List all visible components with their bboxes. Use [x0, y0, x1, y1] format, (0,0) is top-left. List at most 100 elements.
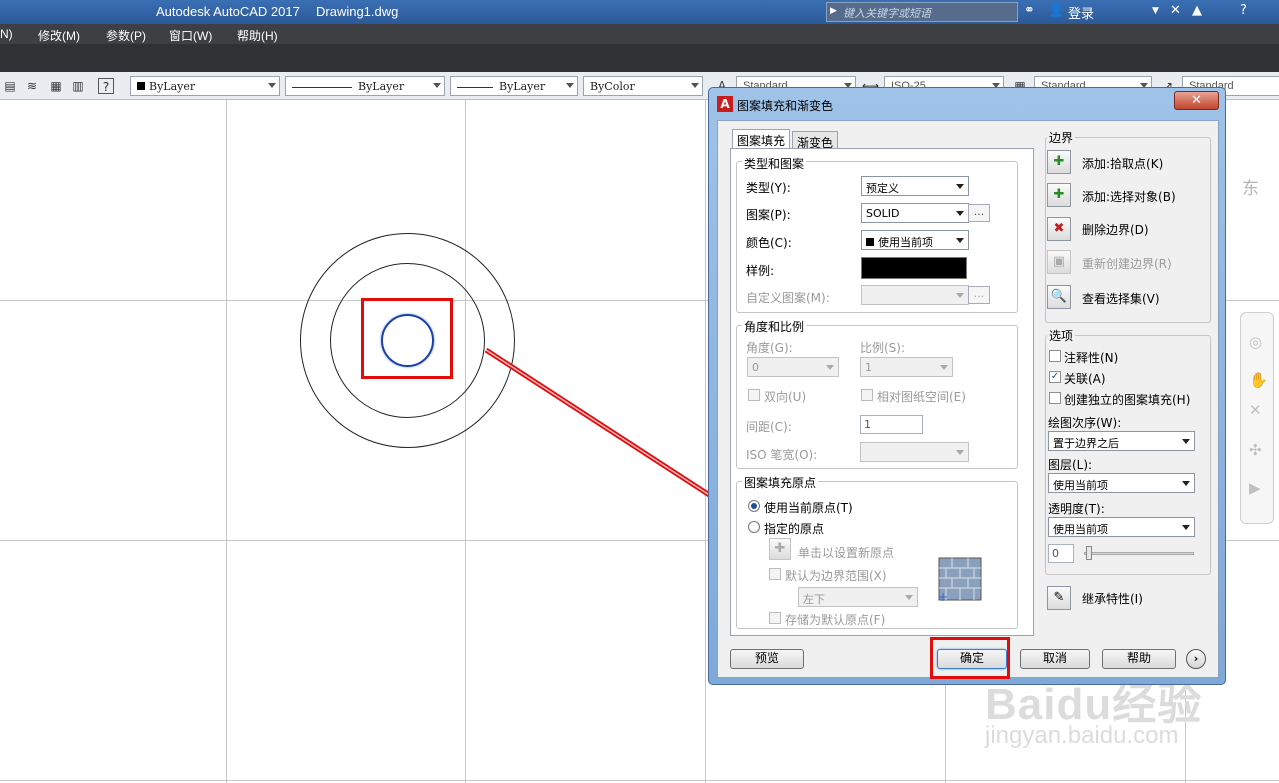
binoculars-icon[interactable]: ⚭ — [1024, 3, 1035, 18]
associative-checkbox[interactable]: ✓ — [1049, 371, 1061, 383]
tab-hatch[interactable]: 图案填充 — [732, 129, 791, 149]
layer-icon[interactable]: ▤ — [2, 78, 18, 94]
add-select-objects-icon[interactable]: ✚ — [1047, 183, 1071, 207]
user-icon[interactable]: 👤 — [1048, 3, 1064, 18]
chevron-down-icon — [691, 83, 699, 88]
transparency-select[interactable]: 使用当前项 — [1048, 517, 1195, 537]
custom-pattern-select[interactable] — [861, 285, 969, 305]
linetype-combo[interactable]: ByLayer — [285, 76, 445, 96]
orbit-icon[interactable]: ✣ — [1249, 441, 1262, 459]
more-options-icon[interactable]: › — [1186, 649, 1206, 669]
transparency-slider[interactable] — [1084, 552, 1194, 555]
steering-wheel-icon[interactable]: ◎ — [1249, 333, 1262, 351]
double-checkbox[interactable] — [748, 389, 760, 401]
expand-icon[interactable]: ▶ — [830, 6, 837, 16]
inherit-properties-icon[interactable]: ✎ — [1047, 586, 1071, 610]
scale-select[interactable]: 1 — [860, 357, 953, 377]
add-pick-points-label[interactable]: 添加:拾取点(K) — [1082, 155, 1163, 172]
chevron-down-icon — [905, 595, 913, 600]
color-swatch-icon — [866, 238, 874, 246]
help-button[interactable]: 帮助 — [1102, 649, 1176, 669]
origin-position-value: 左下 — [803, 593, 825, 606]
color-swatch-icon — [137, 82, 145, 90]
chevron-down-icon — [956, 211, 964, 216]
layer-select[interactable]: 使用当前项 — [1048, 473, 1195, 493]
menu-item-modify[interactable]: 修改(M) — [38, 27, 80, 44]
viewcube-east-label[interactable]: 东 — [1242, 174, 1259, 199]
line-sample-icon — [457, 86, 493, 88]
login-label[interactable]: 登录 — [1068, 3, 1094, 22]
use-current-origin-radio[interactable] — [748, 500, 760, 512]
relative-paper-checkbox[interactable] — [861, 389, 873, 401]
remove-boundaries-label[interactable]: 删除边界(D) — [1082, 221, 1149, 238]
help-icon[interactable]: ? — [98, 78, 114, 94]
origin-position-select[interactable]: 左下 — [798, 587, 918, 607]
layer-value: 使用当前项 — [1053, 479, 1108, 492]
add-pick-points-icon[interactable]: ✚ — [1047, 150, 1071, 174]
add-select-objects-label[interactable]: 添加:选择对象(B) — [1082, 188, 1176, 205]
help-icon[interactable]: ? — [1240, 3, 1247, 18]
pattern-select[interactable]: SOLID — [861, 203, 969, 223]
spacing-input[interactable]: 1 — [860, 415, 923, 434]
scale-label: 比例(S): — [860, 341, 906, 355]
inherit-properties-label[interactable]: 继承特性(I) — [1082, 590, 1143, 607]
iso-pen-select[interactable] — [860, 442, 969, 462]
showmotion-icon[interactable]: ▶ — [1249, 479, 1261, 497]
store-default-checkbox[interactable] — [769, 612, 781, 624]
menu-item-window[interactable]: 窗口(W) — [169, 27, 212, 44]
custom-browse-button[interactable]: ... — [968, 286, 990, 304]
match-layer-icon[interactable]: ≋ — [24, 78, 40, 94]
view-selections-label[interactable]: 查看选择集(V) — [1082, 290, 1160, 307]
remove-boundaries-icon[interactable]: ✖ — [1047, 217, 1071, 241]
calculator-icon[interactable]: ▥ — [70, 78, 86, 94]
color-select[interactable]: 使用当前项 — [861, 230, 969, 250]
exchange-icon[interactable]: ✕ — [1170, 3, 1181, 18]
specified-origin-radio[interactable] — [748, 521, 760, 533]
close-button[interactable]: ✕ — [1174, 91, 1219, 110]
set-origin-icon[interactable]: ✚ — [769, 538, 791, 560]
menu-item-help[interactable]: 帮助(H) — [237, 27, 278, 44]
cancel-button[interactable]: 取消 — [1020, 649, 1090, 669]
chevron-down-icon — [826, 365, 834, 370]
store-default-label: 存储为默认原点(F) — [785, 613, 886, 627]
recreate-boundary-icon[interactable]: ▣ — [1047, 250, 1071, 274]
document-title: Drawing1.dwg — [316, 4, 399, 19]
view-selections-icon[interactable]: 🔍 — [1047, 285, 1071, 309]
type-select[interactable]: 预定义 — [861, 176, 969, 196]
zoom-extents-icon[interactable]: ✕ — [1249, 401, 1262, 419]
angle-scale-heading: 角度和比例 — [742, 318, 807, 335]
lineweight-combo-value: ByLayer — [499, 80, 546, 93]
angle-select[interactable]: 0 — [747, 357, 839, 377]
transparency-input[interactable]: 0 — [1048, 544, 1074, 563]
plotstyle-combo[interactable]: ByColor — [583, 76, 703, 96]
recreate-boundary-label[interactable]: 重新创建边界(R) — [1082, 255, 1172, 272]
associative-label: 关联(A) — [1064, 372, 1106, 386]
login-dropdown-icon[interactable]: ▼ — [1152, 6, 1159, 16]
chevron-down-icon — [1182, 481, 1190, 486]
menu-item-partial[interactable]: N) — [0, 27, 13, 41]
separate-hatches-checkbox[interactable] — [1049, 392, 1061, 404]
pan-icon[interactable]: ✋ — [1249, 371, 1268, 389]
annotative-checkbox[interactable] — [1049, 350, 1061, 362]
annotative-label: 注释性(N) — [1064, 351, 1119, 365]
linetype-combo-value: ByLayer — [358, 80, 405, 93]
search-placeholder: 键入关键字或短语 — [843, 7, 931, 20]
sample-label: 样例: — [746, 264, 775, 278]
sample-swatch[interactable] — [861, 257, 967, 279]
color-combo[interactable]: ByLayer — [130, 76, 280, 96]
menu-item-parameters[interactable]: 参数(P) — [106, 27, 146, 44]
lineweight-combo[interactable]: ByLayer — [450, 76, 578, 96]
layer-state-icon[interactable]: ▦ — [48, 78, 64, 94]
default-extents-checkbox[interactable] — [769, 568, 781, 580]
title-bar: Autodesk AutoCAD 2017 Drawing1.dwg ▶ 键入关… — [0, 0, 1279, 24]
scale-select-value: 1 — [865, 361, 872, 374]
a360-icon[interactable]: ▲ — [1192, 3, 1202, 18]
search-input[interactable]: ▶ 键入关键字或短语 — [826, 2, 1018, 22]
type-select-value: 预定义 — [866, 182, 899, 195]
watermark-url: jingyan.baidu.com — [985, 722, 1179, 749]
transparency-slider-thumb[interactable] — [1086, 546, 1092, 560]
draw-order-select[interactable]: 置于边界之后 — [1048, 431, 1195, 451]
pattern-browse-button[interactable]: ... — [968, 204, 990, 222]
custom-pattern-label: 自定义图案(M): — [746, 291, 830, 305]
preview-button[interactable]: 预览 — [730, 649, 804, 669]
